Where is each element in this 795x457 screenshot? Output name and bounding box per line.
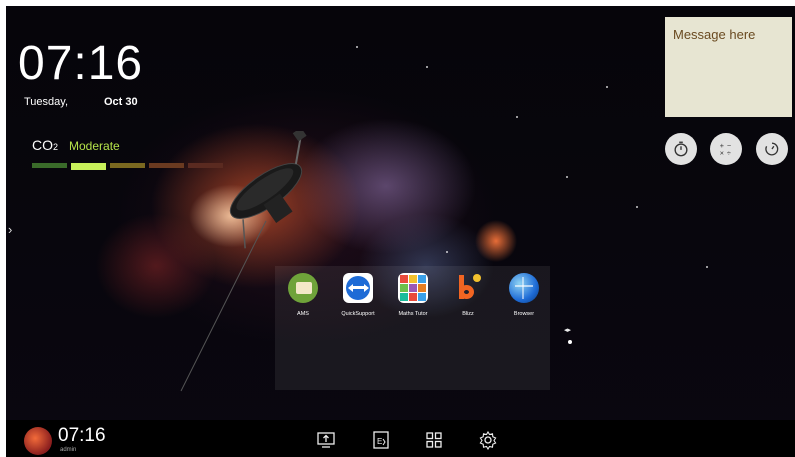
- browser-icon: [509, 273, 539, 303]
- clock-day: Tuesday,: [24, 96, 69, 108]
- co2-label: CO2: [32, 137, 58, 153]
- co2-meter-segment: [32, 163, 67, 168]
- timer-button[interactable]: [665, 133, 697, 165]
- sticky-note-text: Message here: [673, 27, 756, 42]
- avatar[interactable]: [24, 427, 52, 455]
- frame-left: [0, 0, 6, 457]
- screen-share-icon: [317, 432, 335, 448]
- stopwatch-icon: [674, 141, 688, 157]
- page-indicator-dot: [568, 340, 572, 344]
- countdown-button[interactable]: [756, 133, 788, 165]
- app-label: Browser: [513, 311, 535, 317]
- co2-meter-segment: [71, 163, 106, 170]
- blizz-icon: [453, 273, 483, 303]
- calculator-icon: + −× ÷: [720, 141, 731, 157]
- page-switch-icon[interactable]: ◂▸: [564, 326, 571, 334]
- screen-share-button[interactable]: [315, 429, 337, 451]
- whiteboard-icon: E: [373, 431, 389, 449]
- sticky-note[interactable]: Message here: [665, 17, 792, 117]
- taskbar-user: admin: [60, 447, 77, 453]
- svg-text:÷: ÷: [727, 148, 731, 157]
- app-browser[interactable]: Browser: [499, 273, 549, 317]
- app-label: Blizz: [462, 311, 474, 317]
- calculator-button[interactable]: + − × ÷: [710, 133, 742, 165]
- quicksupport-icon: [343, 273, 373, 303]
- maths-tutor-icon: [398, 273, 428, 303]
- app-ams[interactable]: AMS: [278, 273, 328, 317]
- co2-level: Moderate: [69, 139, 120, 153]
- svg-text:E: E: [377, 437, 382, 446]
- apps-grid-icon: [426, 432, 442, 448]
- launcher-screen: 07:16 Tuesday, Oct 30 CO2 Moderate › Mes…: [0, 0, 795, 457]
- app-label: QuickSupport: [341, 311, 375, 317]
- taskbar: [6, 420, 795, 457]
- co2-text: CO: [32, 137, 53, 153]
- frame-top: [0, 0, 795, 6]
- sidebar-expand-icon[interactable]: ›: [8, 222, 12, 237]
- clock-date: Oct 30: [104, 96, 138, 108]
- ams-icon: [288, 273, 318, 303]
- whiteboard-button[interactable]: E: [370, 429, 392, 451]
- settings-button[interactable]: [477, 429, 499, 451]
- countdown-icon: [765, 142, 779, 156]
- app-maths-tutor[interactable]: Maths Tutor: [388, 273, 438, 317]
- app-label: Maths Tutor: [398, 311, 428, 317]
- app-label: AMS: [297, 311, 309, 317]
- app-quicksupport[interactable]: QuickSupport: [333, 273, 383, 317]
- taskbar-time: 07:16: [58, 425, 106, 446]
- settings-icon: [479, 430, 497, 450]
- svg-text:×: ×: [720, 148, 724, 157]
- co2-meter-segment: [149, 163, 184, 168]
- co2-meter: [32, 163, 223, 170]
- apps-button[interactable]: [423, 429, 445, 451]
- clock-time: 07:16: [18, 37, 144, 90]
- co2-meter-segment: [110, 163, 145, 168]
- co2-subscript: 2: [53, 142, 59, 152]
- app-blizz[interactable]: Blizz: [443, 273, 493, 317]
- co2-meter-segment: [188, 163, 223, 168]
